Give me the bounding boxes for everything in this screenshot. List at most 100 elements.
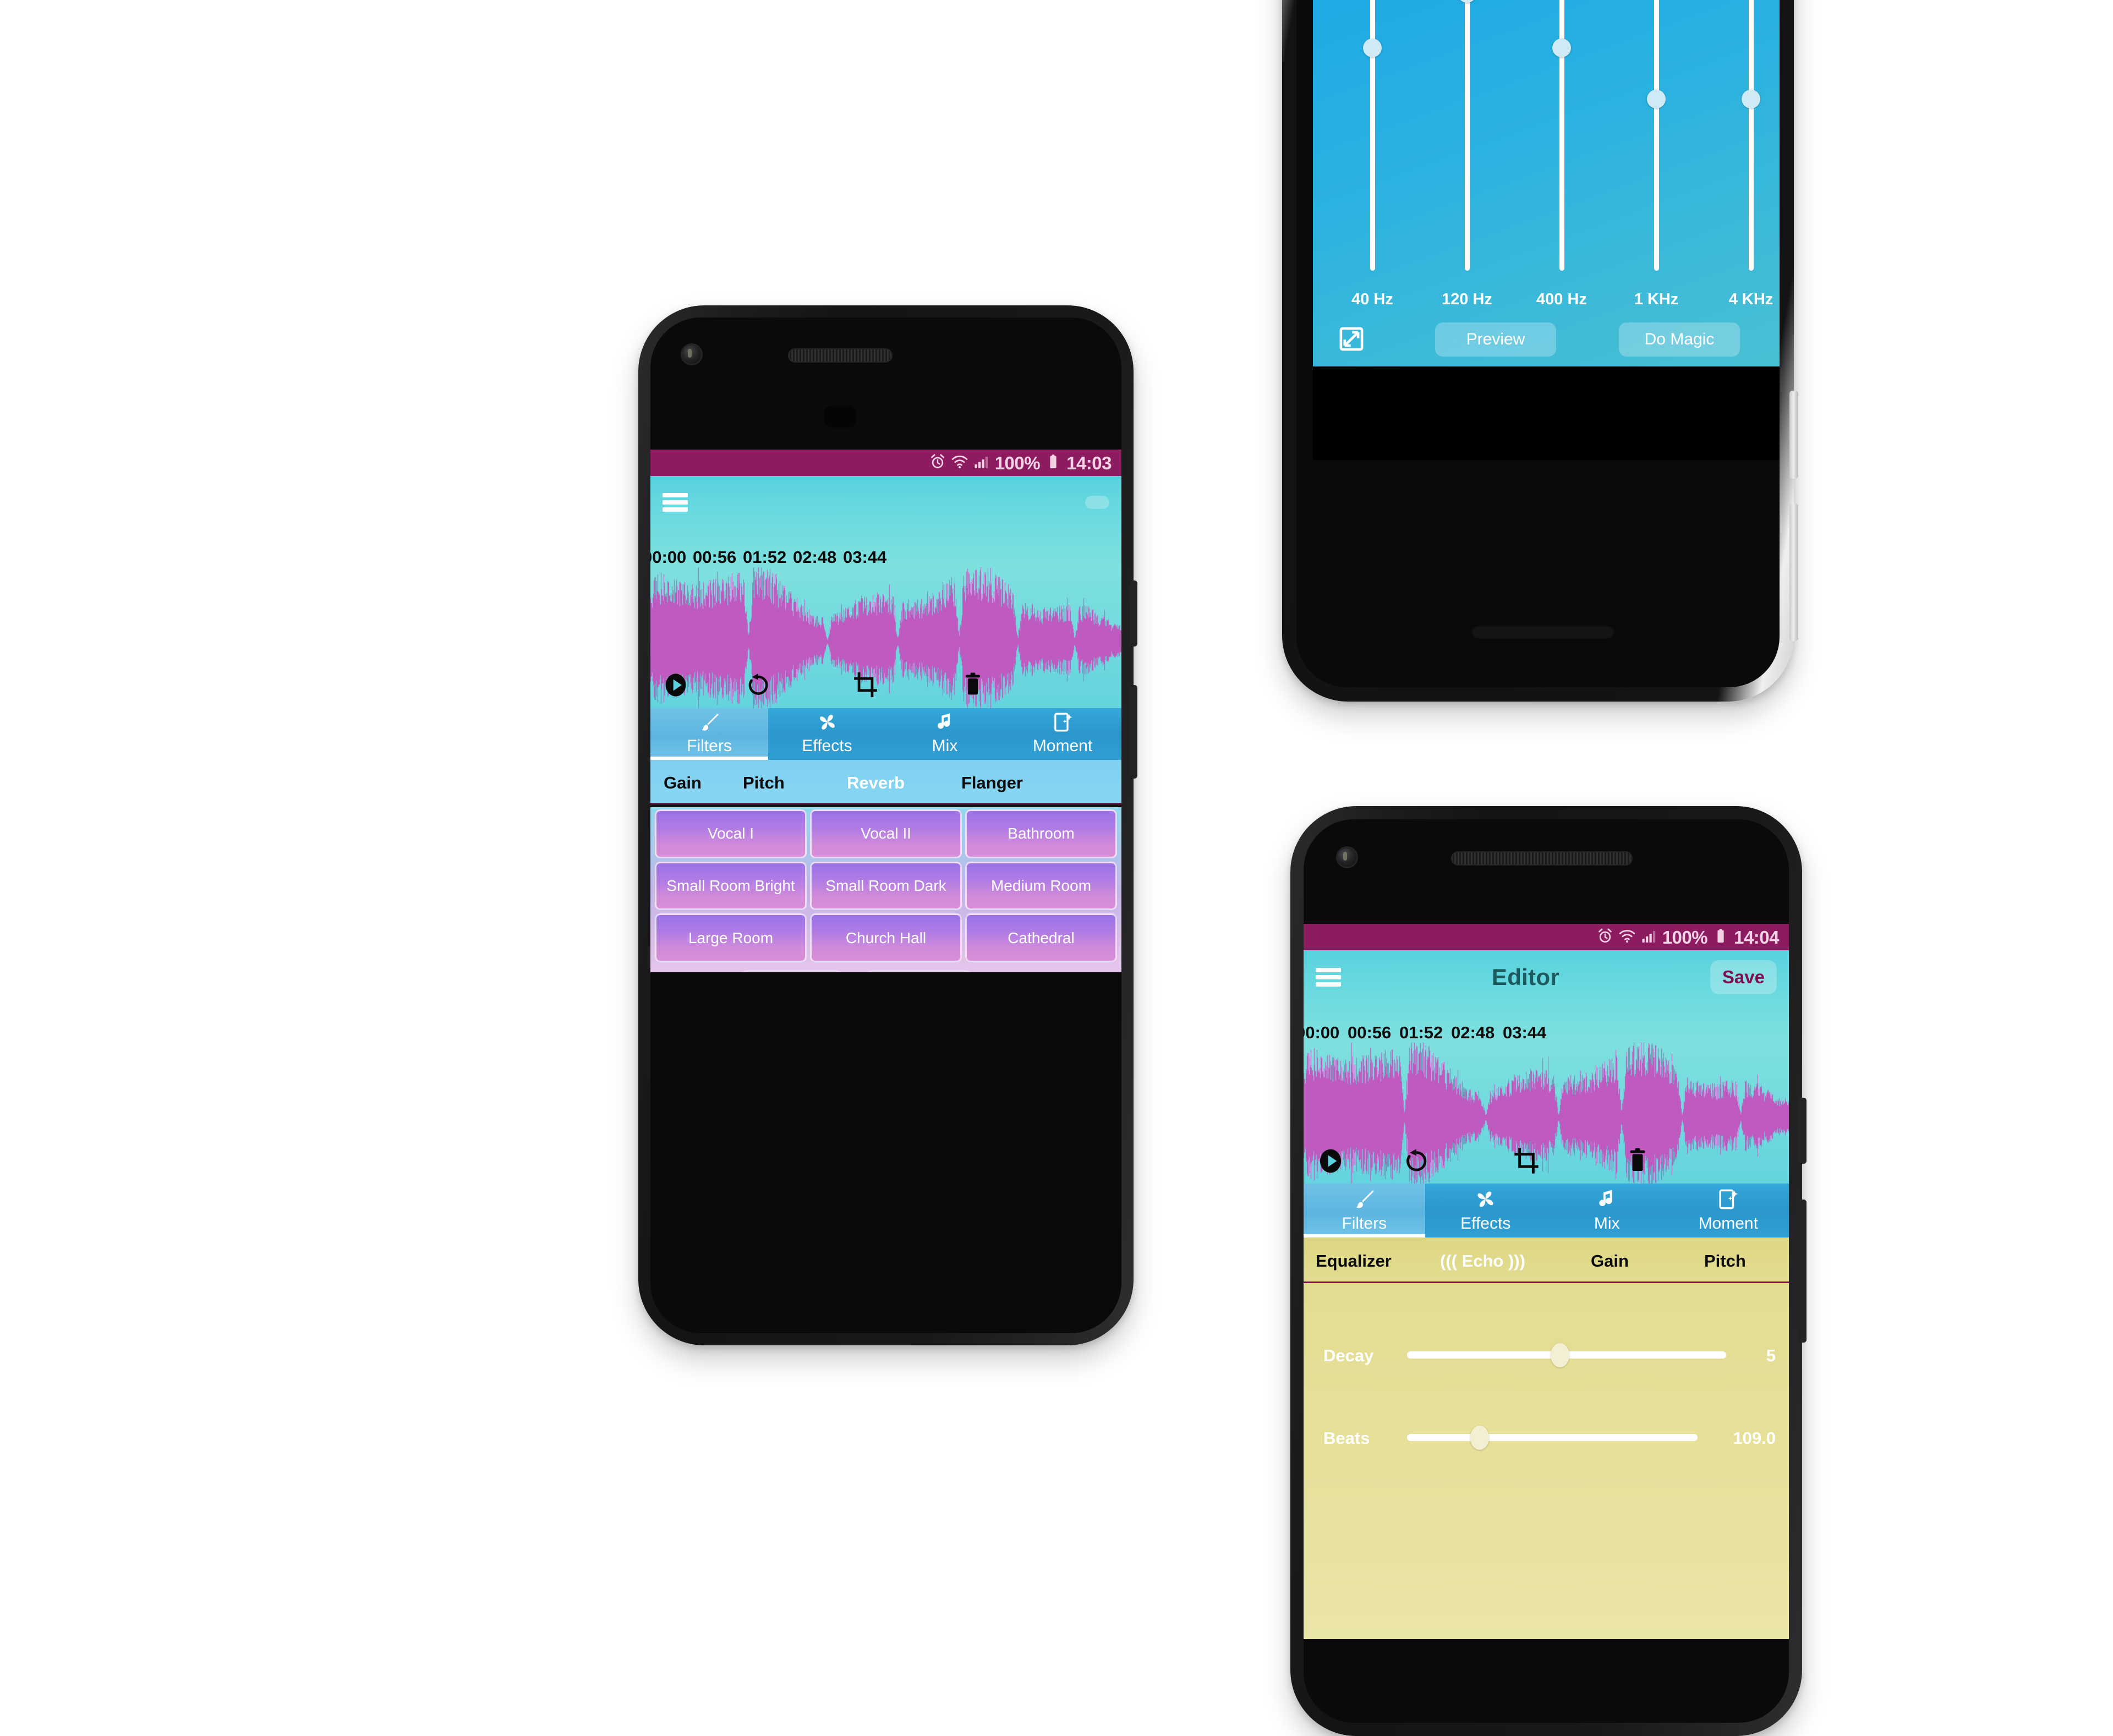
subtab-1[interactable]: ((( Echo ))) <box>1440 1251 1525 1271</box>
preview-button[interactable]: Preview <box>740 970 844 972</box>
preset-button[interactable]: Vocal I <box>655 809 807 858</box>
menu-hamburger-button[interactable] <box>663 493 688 512</box>
eq-slider[interactable] <box>1328 0 1416 271</box>
preset-button[interactable]: Medium Room <box>965 861 1117 911</box>
timeline-tick: 00:00 <box>1304 1023 1340 1042</box>
pinwheel-icon <box>816 710 839 735</box>
crop-button[interactable] <box>1512 1146 1541 1176</box>
eq-slider[interactable] <box>1612 0 1700 271</box>
signal-icon <box>973 453 990 472</box>
timeline-tick: 01:52 <box>1399 1023 1443 1042</box>
tab-effects[interactable]: Effects <box>1425 1184 1546 1237</box>
battery-percent-label: 100% <box>994 452 1041 473</box>
undo-icon <box>743 671 771 702</box>
undo-button[interactable] <box>1400 1146 1430 1176</box>
preset-button[interactable]: Vocal II <box>810 809 962 858</box>
eq-slider[interactable] <box>1423 0 1511 271</box>
phone-tr-power-button[interactable] <box>1789 391 1798 479</box>
eq-slider[interactable] <box>1707 0 1780 271</box>
save-button[interactable] <box>1085 496 1109 509</box>
preset-button[interactable]: Small Room Bright <box>655 861 807 911</box>
slider-thumb[interactable] <box>1470 1426 1489 1450</box>
bottom-tab-bar: Filters Effects Mix Moment <box>1304 1184 1789 1237</box>
subtab-3[interactable]: Pitch <box>1704 1251 1746 1271</box>
eq-slider[interactable] <box>1518 0 1606 271</box>
crop-button[interactable] <box>851 671 880 699</box>
bottom-tab-bar: Filters Effects Mix Moment <box>650 708 1121 760</box>
preset-button[interactable]: Small Room Dark <box>810 861 962 911</box>
eq-slider-thumb[interactable] <box>1363 39 1382 58</box>
preset-button[interactable]: Bathroom <box>965 809 1117 858</box>
equalizer-bars-icon[interactable] <box>674 971 698 972</box>
preset-button[interactable]: Cathedral <box>965 913 1117 962</box>
tab-effects[interactable]: Effects <box>768 708 886 760</box>
subtab-0[interactable]: Gain <box>664 773 702 793</box>
delete-button[interactable] <box>959 671 987 699</box>
alarm-icon <box>1597 928 1613 946</box>
subtab-0[interactable]: Equalizer <box>1316 1251 1392 1271</box>
play-button[interactable] <box>661 671 690 699</box>
play-button[interactable] <box>1316 1146 1345 1176</box>
trash-icon <box>959 671 987 702</box>
delete-button[interactable] <box>1623 1146 1652 1176</box>
brush-icon <box>1353 1186 1376 1212</box>
earpiece-speaker <box>1451 851 1633 866</box>
expand-diagonal-icon[interactable] <box>1337 325 1366 353</box>
phone-bottom-right: 100% 14:04 Editor Save 00:00 00:56 01:52 02:48… <box>1290 806 1807 1736</box>
phone-tr-home-bar[interactable] <box>1471 625 1614 639</box>
eq-slider-thumb[interactable] <box>1742 90 1760 109</box>
timeline-ruler: 00:00 00:56 01:52 02:48 03:44 <box>650 547 1121 569</box>
save-button[interactable]: Save <box>1710 960 1777 994</box>
preset-button[interactable]: Large Room <box>655 913 807 962</box>
slider-row-decay: Decay 5 <box>1304 1338 1789 1371</box>
undo-button[interactable] <box>743 671 771 699</box>
do-magic-button[interactable]: Do Magic <box>865 970 973 972</box>
menu-hamburger-button[interactable] <box>1316 968 1341 987</box>
tab-mix[interactable]: Mix <box>886 708 1004 760</box>
tab-moment[interactable]: Moment <box>1667 1184 1789 1237</box>
subtab-2[interactable]: Reverb <box>847 773 905 793</box>
phone-center-volume-button[interactable] <box>1130 685 1137 779</box>
tab-label: Effects <box>1460 1214 1511 1233</box>
subtab-3[interactable]: Flanger <box>961 773 1023 793</box>
app-bar: Editor Save <box>1304 956 1789 999</box>
music-note-icon <box>1595 1186 1619 1212</box>
slider-label: Beats <box>1323 1428 1370 1448</box>
tab-filters[interactable]: Filters <box>650 708 768 760</box>
status-bar: 100% 14:04 <box>1304 924 1789 950</box>
eq-slider-thumb[interactable] <box>1458 0 1476 3</box>
timeline-tick: 03:44 <box>843 547 887 567</box>
undo-icon <box>1400 1146 1430 1179</box>
tab-mix[interactable]: Mix <box>1546 1184 1668 1237</box>
battery-percent-label: 100% <box>1662 927 1708 948</box>
slider-row-beats: Beats 109.0 <box>1304 1421 1789 1454</box>
eq-band-label: 1 KHz <box>1634 291 1679 308</box>
subtab-1[interactable]: Pitch <box>743 773 785 793</box>
tab-label: Moment <box>1032 737 1093 755</box>
timeline-tick: 02:48 <box>793 547 837 567</box>
eq-slider-thumb[interactable] <box>1552 39 1571 58</box>
subtab-2[interactable]: Gain <box>1591 1251 1629 1271</box>
timeline-tick: 01:52 <box>743 547 787 567</box>
phone-center-power-button[interactable] <box>1130 581 1137 647</box>
timeline-tick: 02:48 <box>1451 1023 1495 1042</box>
eq-slider-track <box>1552 0 1571 271</box>
alarm-icon <box>929 453 946 472</box>
play-icon <box>1316 1146 1345 1179</box>
preview-button[interactable]: Preview <box>1435 322 1556 357</box>
tab-label: Mix <box>932 737 958 755</box>
tab-moment[interactable]: Moment <box>1004 708 1121 760</box>
magic-page-icon <box>1052 710 1074 735</box>
phone-br-power-button[interactable] <box>1798 1098 1807 1164</box>
slider-track[interactable] <box>1407 1434 1698 1441</box>
transport-controls <box>1304 1146 1789 1176</box>
slider-thumb[interactable] <box>1551 1343 1570 1367</box>
battery-icon <box>1045 453 1061 472</box>
phone-tr-volume-button[interactable] <box>1789 503 1798 641</box>
eq-slider-track <box>1363 0 1382 271</box>
do-magic-button[interactable]: Do Magic <box>1619 322 1740 357</box>
eq-slider-thumb[interactable] <box>1647 90 1666 109</box>
phone-br-volume-button[interactable] <box>1798 1200 1807 1343</box>
tab-filters[interactable]: Filters <box>1304 1184 1425 1237</box>
preset-button[interactable]: Church Hall <box>810 913 962 962</box>
